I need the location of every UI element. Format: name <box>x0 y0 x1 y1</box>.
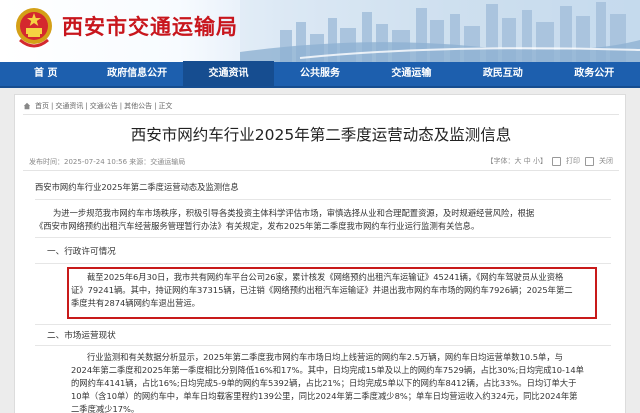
print-icon[interactable] <box>552 156 561 166</box>
license-line: 证》79241辆。其中，持证网约车37315辆，已注销《网络预约出租汽车运输证》… <box>71 285 573 295</box>
breadcrumb-other-notices[interactable]: 其他公告 <box>124 101 152 111</box>
breadcrumb-separator: | <box>51 101 54 110</box>
close-button[interactable]: 关闭 <box>599 156 613 166</box>
home-icon <box>23 102 31 109</box>
divider <box>35 237 611 238</box>
breadcrumb-current: 正文 <box>158 101 173 110</box>
national-emblem-icon <box>16 8 52 48</box>
site-title: 西安市交通运输局 <box>62 14 238 39</box>
breadcrumb: 首页 | 交通资讯 | 交通公告 | 其他公告 | 正文 <box>23 97 619 115</box>
article-meta: 发布时间：2025-07-24 10:56 来源：交通运输局 【字体：大 中 小… <box>23 153 619 171</box>
divider <box>35 324 611 325</box>
market-line: 行业监测和有关数据分析显示，2025年第二季度我市网约车市场日均上线营运的网约车… <box>87 352 563 362</box>
breadcrumb-separator: | <box>154 101 157 110</box>
breadcrumb-separator: | <box>85 101 88 110</box>
market-line: 的网约车4141辆，占比16%;日均完成5-9单的网约车5392辆，占比21%；… <box>71 378 577 388</box>
divider <box>35 199 611 200</box>
divider <box>35 263 611 264</box>
nav-interaction[interactable]: 政民互动 <box>457 61 548 87</box>
nav-home[interactable]: 首 页 <box>0 61 91 87</box>
breadcrumb-transport-notices[interactable]: 交通公告 <box>90 101 118 111</box>
section-market-title: 二、市场运营现状 <box>47 331 116 341</box>
article-card: 首页 | 交通资讯 | 交通公告 | 其他公告 | 正文 西安市网约车行业202… <box>14 94 626 413</box>
market-paragraph: 行业监测和有关数据分析显示，2025年第二季度我市网约车市场日均上线营运的网约车… <box>71 351 601 413</box>
breadcrumb-transport-news[interactable]: 交通资讯 <box>55 101 83 111</box>
nav-gov-open[interactable]: 政务公开 <box>549 61 640 87</box>
market-line: 2024年第二季度和2025年第一季度相比分别降低16%和17%。其中，日均完成… <box>71 365 584 375</box>
intro-line: 为进一步规范我市网约车市场秩序，积极引导各类投资主体科学评估市场，审慎选择从业和… <box>53 208 535 218</box>
lead-text: 西安市网约车行业2025年第二季度运营动态及监测信息 <box>35 182 239 192</box>
license-line: 季度共有2874辆网约车退出营运。 <box>71 298 200 308</box>
article-title: 西安市网约车行业2025年第二季度运营动态及监测信息 <box>130 126 512 144</box>
city-skyline-banner <box>240 0 640 62</box>
site-header: 西安市交通运输局 <box>0 0 640 62</box>
divider <box>35 345 611 346</box>
market-line: 二季度减少17%。 <box>71 404 140 413</box>
nav-transport-news[interactable]: 交通资讯 <box>182 61 275 87</box>
license-paragraph: 截至2025年6月30日，我市共有网约车平台公司26家，累计核发《网络预约出租汽… <box>71 271 593 310</box>
nav-public-service[interactable]: 公共服务 <box>274 61 365 87</box>
article-tools: 【字体：大 中 小】 打印 关闭 <box>487 156 613 166</box>
nav-gov-info[interactable]: 政府信息公开 <box>91 61 182 87</box>
breadcrumb-separator: | <box>119 101 123 110</box>
market-line: 10单（含10单）的网约车中，单车日均载客里程约139公里，同比2024年第二季… <box>71 391 578 401</box>
publish-info: 发布时间：2025-07-24 10:56 来源：交通运输局 <box>29 158 186 166</box>
section-license-title: 一、行政许可情况 <box>47 247 116 257</box>
breadcrumb-home[interactable]: 首页 <box>35 101 49 111</box>
print-button[interactable]: 打印 <box>566 156 580 166</box>
nav-transport[interactable]: 交通运输 <box>366 61 457 87</box>
intro-line: 《西安市网络预约出租汽车经营服务管理暂行办法》有关规定，发布2025年第二季度我… <box>35 221 480 231</box>
license-line: 截至2025年6月30日，我市共有网约车平台公司26家，累计核发《网络预约出租汽… <box>87 272 564 282</box>
close-icon[interactable] <box>585 156 594 166</box>
font-size-control[interactable]: 【字体：大 中 小】 <box>487 156 547 166</box>
article-lead: 西安市网约车行业2025年第二季度运营动态及监测信息 <box>35 181 611 194</box>
main-nav: 首 页 政府信息公开 交通资讯 公共服务 交通运输 政民互动 政务公开 <box>0 61 640 88</box>
intro-paragraph: 为进一步规范我市网约车市场秩序，积极引导各类投资主体科学评估市场，审慎选择从业和… <box>35 207 611 233</box>
